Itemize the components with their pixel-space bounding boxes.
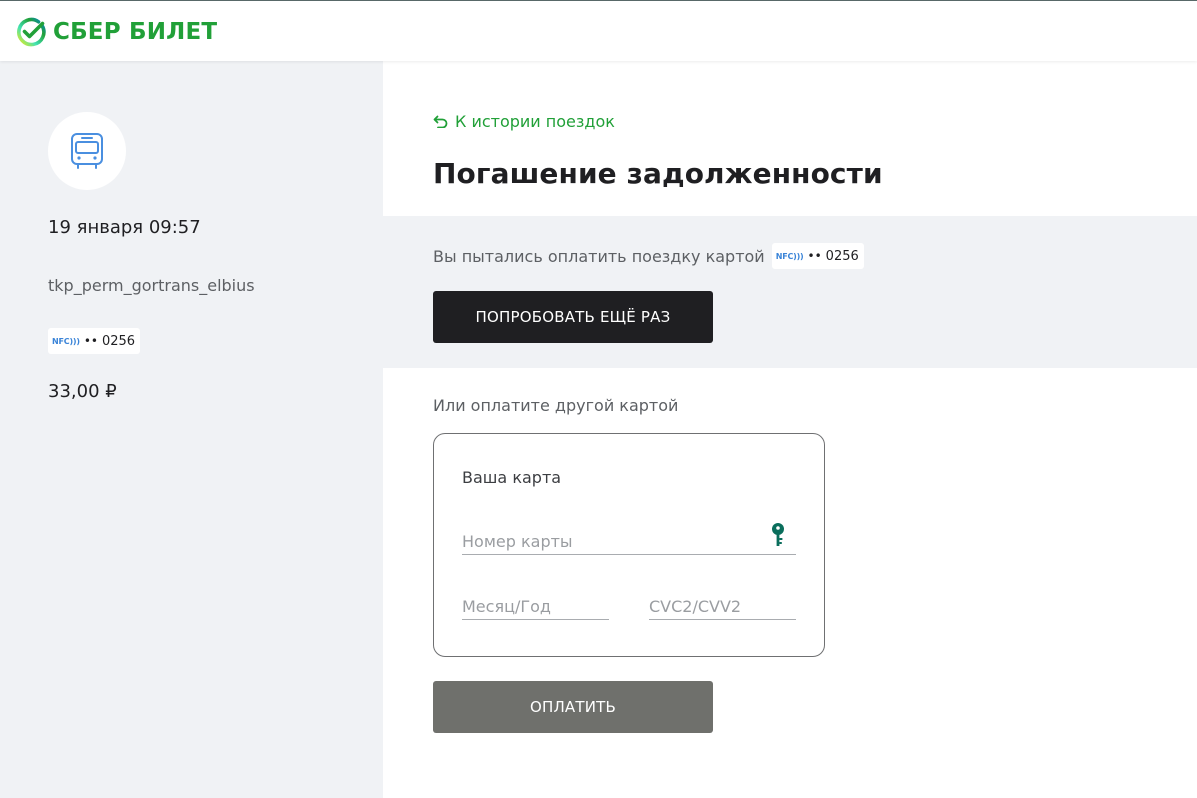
trip-details-sidebar: 19 января 09:57 tkp_perm_gortrans_elbius… (0, 61, 383, 798)
card-form-title: Ваша карта (462, 468, 562, 487)
nfc-icon: NFC))) (775, 251, 804, 261)
logo-text: СБЕР БИЛЕТ (53, 19, 218, 45)
card-mask: •• (807, 249, 822, 263)
app-header: СБЕР БИЛЕТ (0, 1, 1197, 61)
card-number-input[interactable] (462, 529, 796, 555)
trip-amount: 33,00 ₽ (48, 381, 117, 402)
card-last4: 0256 (101, 333, 136, 349)
back-link-label: К истории поездок (455, 112, 615, 131)
retry-message: Вы пытались оплатить поездку картой NFC)… (433, 243, 864, 269)
cvc-input[interactable] (649, 594, 796, 620)
bus-icon (71, 133, 103, 169)
trip-operator: tkp_perm_gortrans_elbius (48, 276, 255, 295)
other-card-label: Или оплатите другой картой (433, 396, 679, 415)
trip-card-chip: NFC))) •• 0256 (48, 328, 141, 354)
retry-card-chip: NFC))) •• 0256 (771, 243, 864, 269)
expiry-input[interactable] (462, 594, 609, 620)
back-arrow-icon (433, 115, 448, 128)
bus-icon-circle (48, 112, 126, 190)
card-last4: 0256 (825, 248, 859, 264)
trip-datetime: 19 января 09:57 (48, 217, 201, 238)
nfc-icon: NFC))) (52, 336, 80, 346)
card-mask: •• (83, 334, 98, 348)
card-form: Ваша карта (433, 433, 825, 657)
retry-payment-section: Вы пытались оплатить поездку картой NFC)… (383, 216, 1197, 368)
nfc-badge-text: NFC (775, 251, 794, 261)
sber-logo-icon (17, 17, 46, 47)
retry-message-text: Вы пытались оплатить поездку картой (433, 246, 765, 266)
sber-bilet-logo[interactable]: СБЕР БИЛЕТ (16, 16, 217, 48)
pay-button[interactable]: ОПЛАТИТЬ (433, 681, 713, 733)
back-to-history-link[interactable]: К истории поездок (433, 112, 615, 131)
page-title: Погашение задолженности (433, 157, 883, 190)
retry-button[interactable]: ПОПРОБОВАТЬ ЕЩЁ РАЗ (433, 291, 713, 343)
nfc-badge-text: NFC (52, 336, 70, 346)
key-icon[interactable] (770, 522, 786, 548)
